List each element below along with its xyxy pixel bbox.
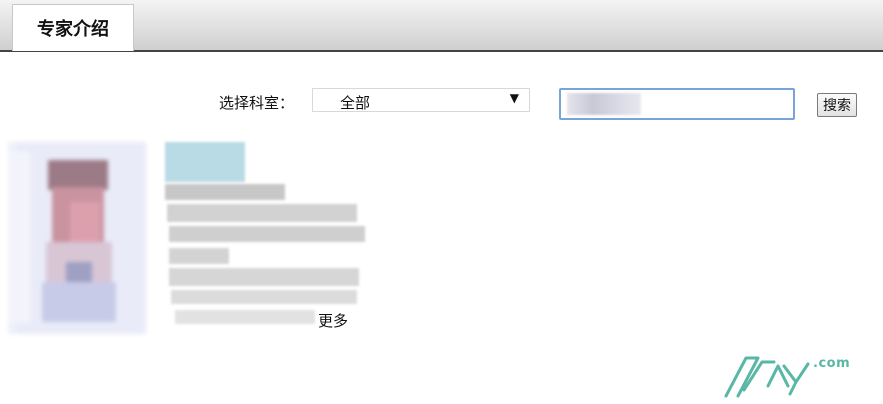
expert-text-line <box>171 290 357 304</box>
chevron-down-icon: ▼ <box>509 91 519 105</box>
tab-expert-intro-label: 专家介绍 <box>37 19 109 40</box>
header-bar: 专家介绍 <box>0 0 883 52</box>
search-input-obscured-text <box>567 93 641 115</box>
expert-text-line <box>169 268 359 286</box>
department-select-value: 全部 <box>340 94 371 112</box>
expert-info-obscured <box>165 140 370 330</box>
zzky-logo-icon <box>724 356 810 398</box>
page: 专家介绍 选择科室： 全部 ▼ 搜索 更多 .com <box>0 0 883 404</box>
department-select[interactable]: 全部 ▼ <box>312 88 530 112</box>
expert-name-block <box>165 142 245 182</box>
expert-photo-avatar[interactable] <box>8 142 146 334</box>
search-input[interactable] <box>559 88 795 120</box>
photo-body-block <box>42 282 116 322</box>
expert-text-line <box>167 204 357 222</box>
expert-text-line <box>169 226 365 242</box>
photo-left-edge <box>8 152 30 322</box>
expert-text-line <box>175 310 315 324</box>
expert-text-line <box>165 184 285 200</box>
more-link[interactable]: 更多 <box>318 310 348 331</box>
search-button[interactable]: 搜索 <box>817 93 857 117</box>
tab-expert-intro[interactable]: 专家介绍 <box>12 4 134 51</box>
photo-face-highlight <box>70 202 100 242</box>
watermark-suffix: .com <box>813 356 851 371</box>
expert-text-line <box>169 248 229 264</box>
watermark-logo: .com <box>722 350 852 400</box>
search-button-label: 搜索 <box>823 98 851 114</box>
photo-head-block <box>48 160 108 190</box>
department-label: 选择科室： <box>219 94 295 112</box>
